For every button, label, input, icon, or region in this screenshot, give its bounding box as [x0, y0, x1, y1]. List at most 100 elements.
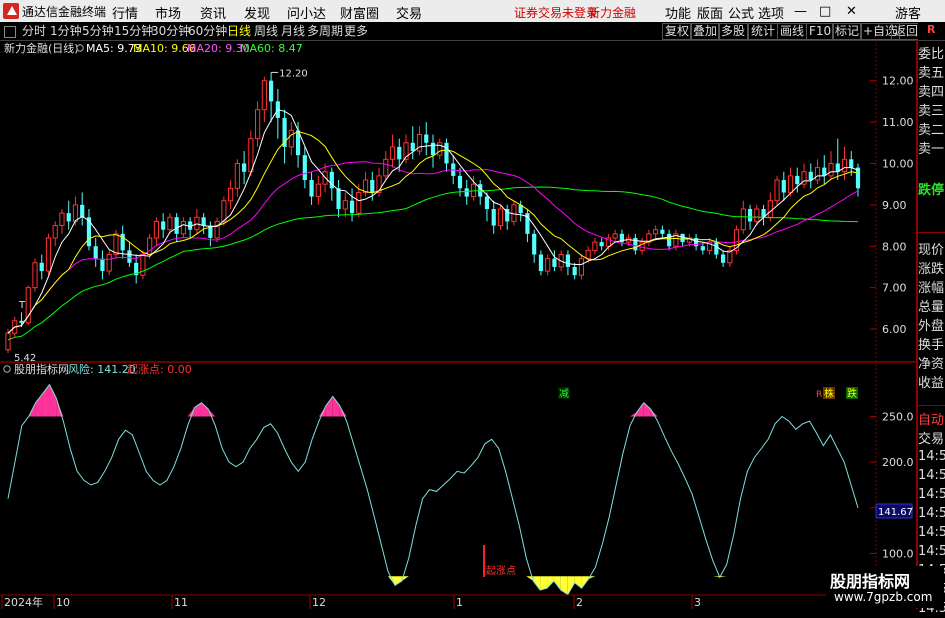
indicator-tick-label: 200.0	[882, 456, 914, 469]
period-tab-monthly[interactable]: 月线	[281, 23, 305, 39]
menu-options[interactable]: 选项	[758, 3, 784, 22]
candle-body	[5, 332, 11, 351]
period-tab-multi[interactable]: 多周期	[307, 23, 343, 39]
period-tab-30min[interactable]: 30分钟	[151, 23, 190, 39]
menu-layout[interactable]: 版面	[697, 3, 723, 22]
overlay-button[interactable]: 叠加	[690, 23, 721, 40]
menu-function[interactable]: 功能	[665, 3, 691, 22]
candle-body	[599, 242, 604, 247]
candle-body	[336, 188, 341, 209]
guest-button[interactable]: 游客	[895, 3, 921, 22]
right-panel-badge: R	[927, 23, 936, 36]
candle-body	[370, 180, 375, 193]
candle-body	[612, 233, 618, 239]
indicator-tick-label: 100.0	[882, 547, 914, 560]
close-icon[interactable]: ✕	[846, 4, 857, 19]
current-value-label: 141.67	[878, 507, 913, 518]
quote-row: 净资	[918, 357, 945, 372]
candle-body	[106, 254, 112, 272]
trade-time: 14:56	[918, 525, 945, 540]
mark-button[interactable]: 标记	[832, 23, 863, 40]
candle-body	[242, 163, 247, 172]
trade-time: 14:56	[918, 468, 945, 483]
menu-trade[interactable]: 交易	[396, 3, 422, 22]
candle-body	[72, 204, 79, 222]
high-risk-area	[187, 407, 195, 417]
candle-body	[781, 180, 786, 193]
candle-body	[484, 196, 490, 209]
candle-body	[437, 142, 443, 156]
price-y-axis: 12.00 11.00 10.00 9.00 8.00 7.00 6.00	[870, 75, 914, 336]
candle-body	[397, 146, 402, 160]
menu-ask[interactable]: 问小达	[287, 3, 326, 22]
high-risk-area	[35, 393, 43, 417]
period-tab-5min[interactable]: 5分钟	[82, 23, 114, 39]
menu-quotes[interactable]: 行情	[112, 3, 138, 22]
period-tab-weekly[interactable]: 周线	[254, 23, 278, 39]
f10-button[interactable]: F10	[806, 23, 835, 40]
candle-body	[180, 220, 186, 235]
candle-body	[424, 134, 429, 143]
account-status[interactable]: 证券交易未登录	[514, 4, 598, 21]
candle-body	[167, 216, 173, 231]
period-tab-daily[interactable]: 日线	[227, 23, 251, 39]
draw-line-button[interactable]: 画线	[777, 23, 808, 40]
price-tick-label: 11.00	[882, 116, 914, 129]
candle-body	[667, 233, 672, 247]
maximize-icon[interactable]: □	[819, 4, 831, 19]
candle-body	[383, 158, 389, 177]
risk-line	[7, 383, 859, 596]
adjust-button[interactable]: 复权	[662, 23, 693, 40]
candle-body	[592, 241, 598, 251]
period-tab-60min[interactable]: 60分钟	[188, 23, 227, 39]
candle-body	[538, 254, 544, 272]
statistics-button[interactable]: 统计	[748, 23, 779, 40]
x-tick-label: 12	[312, 596, 326, 609]
multi-stock-button[interactable]: 多股	[718, 23, 749, 40]
watermark: 股朋指标网 www.7gpzb.com	[826, 566, 944, 608]
quote-row: 涨跌	[918, 262, 945, 277]
candle-body	[849, 159, 854, 168]
kline-chart[interactable]: 新力金融(日线) MA5: 9.73 MA10: 9.66 MA20: 9.30…	[0, 40, 918, 609]
candle-body	[349, 200, 355, 214]
event-markers: 减 R 株 跌	[558, 387, 858, 400]
menu-discover[interactable]: 发现	[244, 3, 270, 22]
candle-body	[814, 167, 821, 181]
x-tick-label: 10	[56, 596, 70, 609]
candle-body	[491, 209, 496, 226]
period-tab-1min[interactable]: 1分钟	[50, 23, 82, 39]
candle-body	[389, 146, 396, 160]
x-axis: 2024年 10 11 12 1 2 3	[1, 595, 701, 609]
candle-body	[410, 142, 415, 152]
menu-market[interactable]: 市场	[155, 3, 181, 22]
watermark-title: 股朋指标网	[830, 572, 911, 591]
ma60-label: MA60: 8.47	[240, 42, 303, 55]
candle-body	[457, 175, 463, 189]
candle-body	[767, 200, 773, 218]
quote-row: 涨幅	[918, 281, 945, 296]
x-tick-label: 2024年	[4, 595, 43, 609]
indicator-settings-icon[interactable]	[3, 365, 11, 373]
low-risk-area	[719, 576, 727, 578]
period-tab-more[interactable]: 更多	[344, 23, 368, 39]
period-toolbar: 分时 1分钟 5分钟 15分钟 30分钟 60分钟 日线 周线 月线 多周期 更…	[0, 22, 945, 41]
back-button[interactable]: 返回	[891, 23, 922, 40]
candle-body	[39, 262, 44, 272]
limit-down-tag: 跌停	[918, 183, 945, 198]
quote-row: 换手	[918, 338, 945, 353]
candle-body	[86, 217, 92, 247]
candle-body	[774, 179, 780, 202]
candle-body	[269, 80, 274, 102]
menu-wealth[interactable]: 财富圈	[340, 3, 379, 22]
menu-formula[interactable]: 公式	[728, 3, 754, 22]
minimize-icon[interactable]: —	[794, 4, 807, 19]
period-tab-15min[interactable]: 15分钟	[114, 23, 153, 39]
period-tab-intraday[interactable]: 分时	[22, 23, 46, 39]
candle-body	[700, 246, 705, 251]
panel-toggle-icon[interactable]	[4, 26, 16, 38]
candle-body	[787, 175, 794, 193]
menu-news[interactable]: 资讯	[200, 3, 226, 22]
candle-body	[497, 208, 504, 227]
quote-row: 卖二	[918, 123, 945, 138]
high-risk-area	[325, 396, 333, 417]
